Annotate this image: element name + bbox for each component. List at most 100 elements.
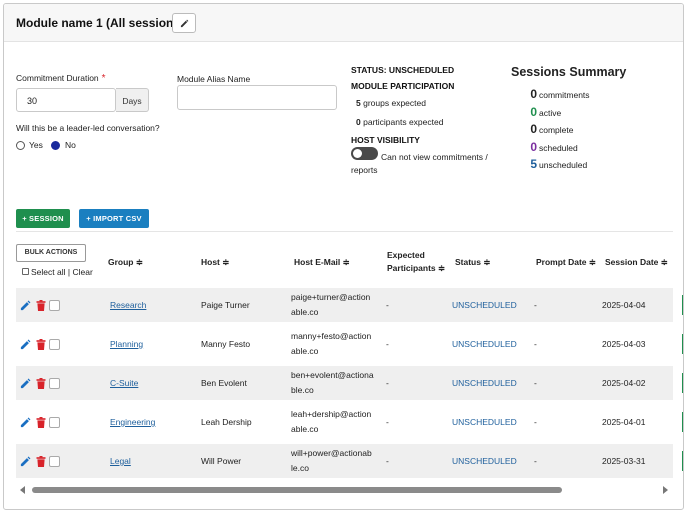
radio-yes-label: Yes [29,140,43,150]
trash-icon[interactable] [36,300,46,311]
scroll-right-icon[interactable] [663,486,668,494]
trash-icon[interactable] [36,339,46,350]
table-row: Engineering Leah Dership leah+dership@ac… [16,405,683,439]
section-divider [16,231,673,232]
host-email: paige+turner@action able.co [291,292,371,317]
column-header-status[interactable]: Status ≑ [455,257,490,268]
pencil-icon[interactable] [20,339,31,350]
group-link[interactable]: Planning [110,339,143,349]
alias-label: Module Alias Name [177,74,251,84]
session-date: 2025-04-03 [602,339,646,349]
radio-yes[interactable] [16,141,25,150]
participants-expected: 0 participants expected [356,117,444,127]
select-all-link[interactable]: Select all [31,267,66,277]
host-email: will+power@actionab le.co [291,448,372,473]
trash-icon[interactable] [36,456,46,467]
pencil-icon[interactable] [20,417,31,428]
summary-count-complete: 0 [530,122,537,136]
pencil-icon[interactable] [20,300,31,311]
summary-label-complete: complete [539,125,574,135]
prompt-date: - [534,456,537,466]
row-status-indicator [682,334,683,354]
clear-link[interactable]: Clear [72,267,92,277]
session-date: 2025-04-02 [602,378,646,388]
column-header-prompt-date[interactable]: Prompt Date ≑ [536,257,596,268]
row-checkbox[interactable] [49,456,60,467]
commitment-duration-input[interactable]: 30 [16,88,116,112]
row-checkbox[interactable] [49,300,60,311]
sessions-summary-title: Sessions Summary [511,65,627,79]
summary-label-unscheduled: unscheduled [539,160,588,170]
pencil-icon[interactable] [20,378,31,389]
group-link[interactable]: Engineering [110,417,155,427]
column-header-host-email[interactable]: Host E-Mail ≑ [294,257,350,268]
radio-no-label: No [65,140,76,150]
trash-icon[interactable] [36,417,46,428]
summary-label-commitments: commitments [539,90,590,100]
column-header-host[interactable]: Host ≑ [201,257,229,268]
prompt-date: - [534,339,537,349]
status-value: UNSCHEDULED [452,300,517,310]
prompt-date: - [534,417,537,427]
pencil-icon[interactable] [20,456,31,467]
prompt-date: - [534,300,537,310]
trash-icon[interactable] [36,378,46,389]
summary-label-scheduled: scheduled [539,143,578,153]
module-panel: Module name 1 (All sessions ) Commitment… [3,3,684,510]
table-row: Legal Will Power will+power@actionab le.c… [16,444,683,478]
pencil-icon [180,19,189,28]
row-status-indicator [682,412,683,432]
summary-count-active: 0 [530,105,537,119]
radio-no[interactable] [51,141,60,150]
session-date: 2025-04-01 [602,417,646,427]
host-email: leah+dership@action able.co [291,409,372,434]
host-name: Will Power [201,456,242,466]
group-link[interactable]: C-Suite [110,378,138,388]
scroll-thumb[interactable] [32,487,562,493]
select-all-checkbox[interactable] [22,268,29,275]
groups-expected: 5 groups expected [356,98,426,108]
horizontal-scrollbar[interactable] [16,484,672,495]
row-status-indicator [682,451,683,471]
host-visibility-toggle[interactable] [351,147,378,160]
host-visibility-text-1: Can not view commitments / [381,152,488,162]
column-header-group[interactable]: Group ≑ [108,257,143,268]
scroll-left-icon[interactable] [20,486,25,494]
summary-count-commitments: 0 [530,87,537,101]
select-all-controls: Select all | Clear [31,267,93,277]
status-value: UNSCHEDULED [452,417,517,427]
column-header-session-date[interactable]: Session Date ≑ [605,257,668,268]
column-header-expected-2[interactable]: Participants ≑ [387,263,445,274]
module-title: Module name 1 (All sessions ) [16,16,188,30]
bulk-actions-button[interactable]: BULK ACTIONS [16,244,86,262]
host-visibility-text-2: reports [351,165,378,175]
column-header-expected-1[interactable]: Expected [387,250,425,260]
required-mark: * [101,73,106,84]
status-value: UNSCHEDULED [452,378,517,388]
commitment-duration-label: Commitment Duration * [16,73,106,84]
group-link[interactable]: Legal [110,456,131,466]
host-name: Leah Dership [201,417,252,427]
module-header: Module name 1 (All sessions ) [4,4,683,42]
import-csv-button[interactable]: + IMPORT CSV [79,209,149,228]
session-date: 2025-04-04 [602,300,646,310]
expected-participants: - [386,300,389,310]
status-value: UNSCHEDULED [452,339,517,349]
expected-participants: - [386,456,389,466]
add-session-button[interactable]: + SESSION [16,209,70,228]
prompt-date: - [534,378,537,388]
row-checkbox[interactable] [49,417,60,428]
participation-title: MODULE PARTICIPATION [351,81,455,91]
row-checkbox[interactable] [49,339,60,350]
edit-title-button[interactable] [172,13,196,33]
row-checkbox[interactable] [49,378,60,389]
toggle-knob [353,149,362,158]
host-name: Paige Turner [201,300,250,310]
leader-led-question: Will this be a leader-led conversation? [16,123,160,133]
group-link[interactable]: Research [110,300,146,310]
host-name: Ben Evolent [201,378,247,388]
session-date: 2025-03-31 [602,456,646,466]
expected-participants: - [386,339,389,349]
alias-input[interactable] [177,85,337,110]
expected-participants: - [386,378,389,388]
